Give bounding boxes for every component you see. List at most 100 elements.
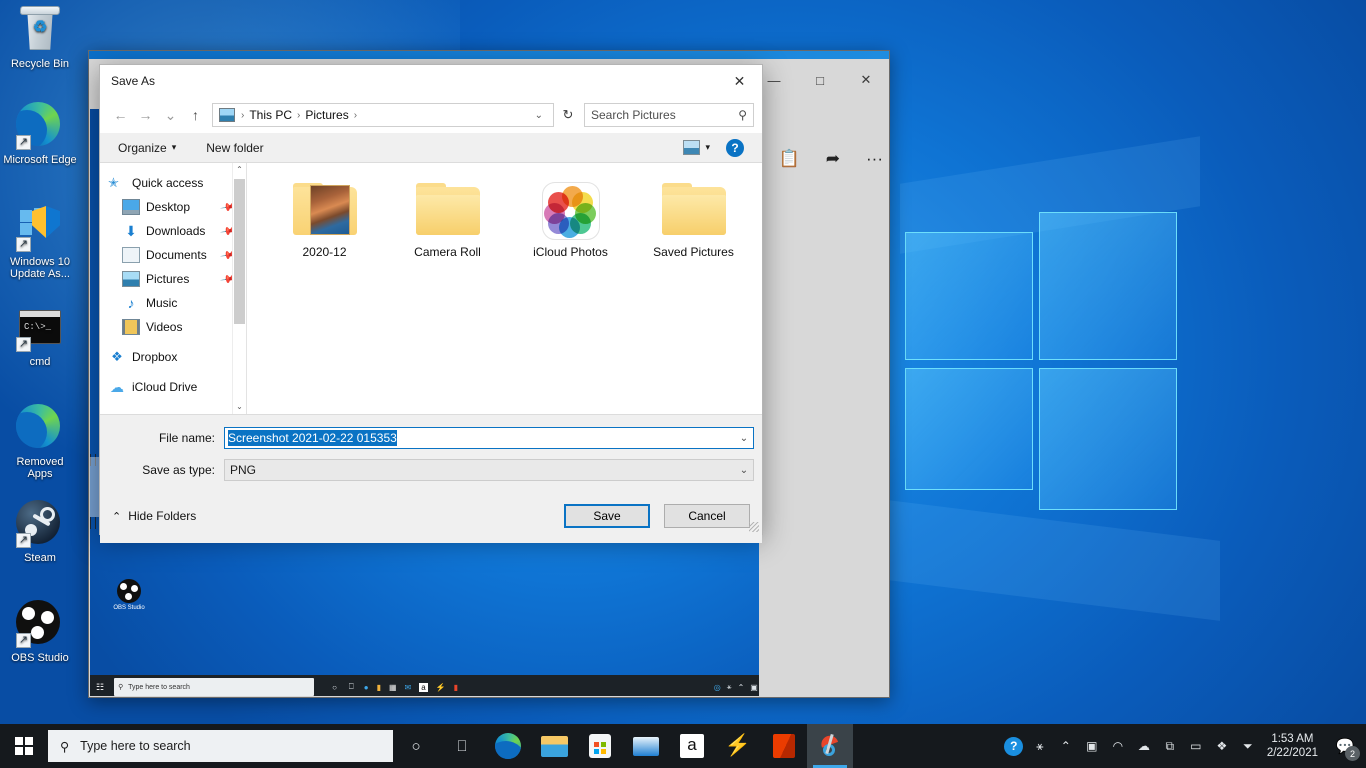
battery-icon[interactable]: ▭	[1183, 724, 1209, 768]
organize-button[interactable]: Organize ▾	[110, 136, 184, 160]
close-button[interactable]: ✕	[843, 59, 889, 101]
windows-update-assistant-icon: ↗	[16, 204, 64, 252]
breadcrumb[interactable]: › This PC › Pictures › ⌄	[212, 103, 554, 127]
navigation-bar[interactable]: ← → ⌄ ↑ › This PC › Pictures › ⌄ ↻ Searc…	[100, 97, 762, 133]
file-item-camera-roll[interactable]: Camera Roll	[386, 177, 509, 259]
show-hidden-icons-icon[interactable]: ⌃	[1053, 724, 1079, 768]
display-icon[interactable]: ⧉	[1157, 724, 1183, 768]
file-list[interactable]: 2020-12 Camera Roll	[246, 163, 762, 414]
desktop-icon-removed-apps[interactable]: Removed Apps	[2, 404, 78, 480]
help-icon[interactable]: ?	[1001, 724, 1027, 768]
taskbar-app-snip-and-sketch[interactable]	[807, 724, 853, 768]
close-icon[interactable]: ✕	[717, 66, 762, 96]
wifi-icon[interactable]: ◠	[1105, 724, 1131, 768]
taskbar-app-shazam[interactable]: ⚡	[715, 724, 761, 768]
taskbar-app-file-explorer[interactable]	[531, 724, 577, 768]
window-title-bar[interactable]	[89, 51, 889, 59]
resize-grip[interactable]	[749, 522, 759, 532]
icloud-photos-icon	[536, 181, 606, 239]
sidebar-item-icloud-drive[interactable]: ☁ iCloud Drive	[100, 375, 246, 399]
save-as-dialog[interactable]: Save As ✕ ← → ⌄ ↑ › This PC › Pictures ›…	[99, 64, 763, 535]
desktop-icon-cmd[interactable]: C:\>_ ↗ cmd	[2, 304, 78, 368]
navigation-pane-scrollbar[interactable]: ⌃ ⌄	[232, 163, 246, 414]
cortana-button[interactable]: ○	[393, 724, 439, 768]
savetype-select[interactable]: PNG ⌄	[224, 459, 754, 481]
start-button[interactable]	[0, 724, 48, 768]
view-options-button[interactable]: ▾	[675, 136, 718, 160]
camera-icon[interactable]: ▣	[1079, 724, 1105, 768]
taskbar-app-mail[interactable]	[623, 724, 669, 768]
navigation-pane[interactable]: ✭ Quick access Desktop 📌 ⬇ Downloads 📌 D…	[100, 163, 246, 414]
hide-folders-button[interactable]: ⌃ Hide Folders	[112, 509, 196, 523]
file-item-icloud-photos[interactable]: iCloud Photos	[509, 177, 632, 259]
snip-toolbar[interactable]: 📋 ➦ ···	[779, 149, 883, 169]
recent-locations-button[interactable]: ⌄	[158, 103, 183, 127]
scrollbar-thumb[interactable]	[234, 179, 245, 324]
sidebar-item-music[interactable]: ♪ Music	[100, 291, 246, 315]
dropbox-icon[interactable]: ❖	[1209, 724, 1235, 768]
action-center-button[interactable]: 💬 2	[1328, 724, 1362, 768]
taskbar-app-edge[interactable]	[485, 724, 531, 768]
back-button[interactable]: ←	[108, 103, 133, 127]
task-view-button[interactable]: ⎕	[439, 724, 485, 768]
window-controls[interactable]: — □ ✕	[751, 59, 889, 101]
taskbar[interactable]: ⚲ Type here to search ○ ⎕ a ⚡	[0, 724, 1366, 768]
chevron-down-icon: ▾	[705, 142, 710, 153]
icloud-drive-icon: ☁	[108, 379, 126, 395]
breadcrumb-item-pictures[interactable]: Pictures	[302, 108, 351, 122]
file-item-2020-12[interactable]: 2020-12	[263, 177, 386, 259]
command-bar[interactable]: Organize ▾ New folder ▾ ?	[100, 133, 762, 163]
filename-input[interactable]: Screenshot 2021-02-22 015353 ⌄	[224, 427, 754, 449]
refresh-button[interactable]: ↻	[554, 103, 582, 127]
taskbar-app-microsoft-store[interactable]	[577, 724, 623, 768]
sidebar-item-downloads[interactable]: ⬇ Downloads 📌	[100, 219, 246, 243]
search-input[interactable]: Search Pictures ⚲	[584, 103, 754, 127]
help-button[interactable]: ?	[718, 136, 752, 160]
chevron-down-icon[interactable]: ⌄	[735, 465, 753, 476]
desktop-icon-windows-update-assistant[interactable]: ↗ Windows 10 Update As...	[2, 204, 78, 280]
save-button[interactable]: Save	[564, 504, 650, 528]
more-options-icon[interactable]: ···	[866, 149, 883, 169]
desktop-icon-obs-studio[interactable]: ↗ OBS Studio	[2, 600, 78, 664]
chevron-down-icon[interactable]: ⌄	[735, 433, 753, 444]
taskbar-app-office[interactable]	[761, 724, 807, 768]
copy-icon[interactable]: 📋	[779, 149, 800, 169]
search-input[interactable]: ⚲ Type here to search	[48, 730, 393, 762]
file-item-saved-pictures[interactable]: Saved Pictures	[632, 177, 755, 259]
hide-folders-label: Hide Folders	[128, 509, 196, 523]
system-tray[interactable]: ? ⚹ ⌃ ▣ ◠ ☁ ⧉ ▭ ❖ ⏷ 1:53 AM 2/22/2021 💬 …	[1001, 724, 1366, 768]
sidebar-item-documents[interactable]: Documents 📌	[100, 243, 246, 267]
sidebar-item-desktop[interactable]: Desktop 📌	[100, 195, 246, 219]
volume-muted-icon[interactable]: ⏷	[1235, 724, 1261, 768]
captured-app-edge-icon: ●	[364, 683, 369, 692]
onedrive-icon[interactable]: ☁	[1131, 724, 1157, 768]
sidebar-item-videos[interactable]: Videos	[100, 315, 246, 339]
desktop-icon-steam[interactable]: ↗ Steam	[2, 500, 78, 564]
scroll-up-arrow-icon[interactable]: ⌃	[233, 163, 246, 177]
sidebar-item-label: iCloud Drive	[132, 380, 197, 394]
taskbar-app-amazon[interactable]: a	[669, 724, 715, 768]
downloads-icon: ⬇	[122, 223, 140, 239]
music-icon: ♪	[122, 295, 140, 311]
dialog-title-bar[interactable]: Save As ✕	[100, 65, 762, 97]
cancel-button[interactable]: Cancel	[664, 504, 750, 528]
new-folder-button[interactable]: New folder	[198, 136, 271, 160]
sidebar-item-dropbox[interactable]: ❖ Dropbox	[100, 345, 246, 369]
breadcrumb-item-this-pc[interactable]: This PC	[246, 108, 295, 122]
forward-button[interactable]: →	[133, 103, 158, 127]
breadcrumb-dropdown-icon[interactable]: ⌄	[529, 110, 549, 121]
scroll-down-arrow-icon[interactable]: ⌄	[233, 400, 246, 414]
clock[interactable]: 1:53 AM 2/22/2021	[1261, 732, 1328, 760]
people-icon[interactable]: ⚹	[1027, 724, 1053, 768]
share-icon[interactable]: ➦	[826, 149, 840, 169]
up-button[interactable]: ↑	[183, 103, 208, 127]
desktop-icon-microsoft-edge[interactable]: ↗ Microsoft Edge	[2, 102, 78, 166]
desktop-icon-recycle-bin[interactable]: ♻ Recycle Bin	[2, 6, 78, 70]
captured-tray-camera-icon: ▣	[750, 683, 758, 692]
desktop-icon-label: Steam	[2, 552, 78, 564]
desktop-icon-label: Microsoft Edge	[2, 154, 78, 166]
sidebar-item-quick-access[interactable]: ✭ Quick access	[100, 171, 246, 195]
maximize-button[interactable]: □	[797, 59, 843, 101]
sidebar-item-pictures[interactable]: Pictures 📌	[100, 267, 246, 291]
windows-logo-icon	[15, 737, 33, 755]
